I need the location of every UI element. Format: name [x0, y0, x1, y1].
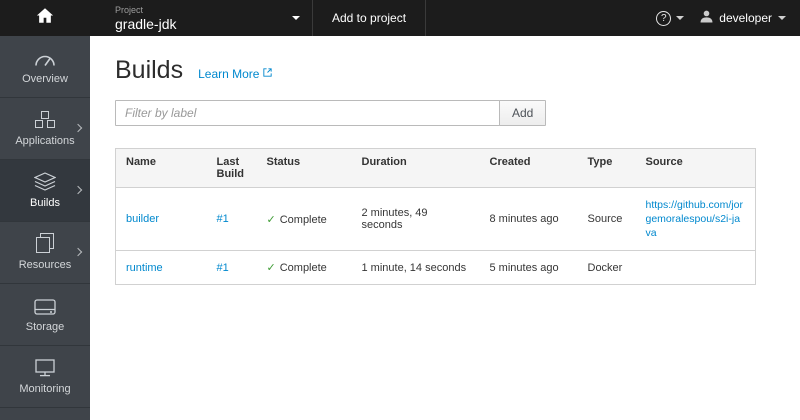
created-text: 8 minutes ago	[489, 213, 559, 225]
main-content: Builds Learn More Add Name Last Build St…	[90, 36, 800, 420]
col-header-created: Created	[479, 148, 578, 188]
question-circle-icon: ?	[656, 10, 672, 26]
sidebar-item-label: Resources	[18, 259, 72, 271]
check-icon: ✓	[266, 261, 276, 274]
builds-table: Name Last Build Status Duration Created …	[115, 148, 756, 285]
col-header-source: Source	[635, 148, 756, 188]
dashboard-icon	[34, 48, 56, 67]
build-config-link[interactable]: runtime	[126, 262, 163, 274]
add-filter-button[interactable]: Add	[499, 100, 547, 126]
col-header-last-build: Last Build	[206, 148, 257, 188]
sidebar-nav: Overview Applications Builds Resources S…	[0, 36, 90, 420]
user-name: developer	[719, 11, 772, 25]
user-icon	[700, 10, 713, 26]
sidebar-item-monitoring[interactable]: Monitoring	[0, 346, 90, 408]
resources-icon	[35, 233, 55, 253]
help-menu[interactable]: ?	[656, 0, 685, 36]
external-link-icon	[262, 67, 273, 81]
title-row: Builds Learn More	[115, 56, 775, 85]
home-button[interactable]	[0, 0, 90, 36]
col-header-type: Type	[577, 148, 636, 188]
storage-icon	[34, 296, 56, 315]
type-text: Docker	[587, 261, 623, 274]
caret-down-icon	[676, 16, 685, 20]
duration-text: 2 minutes, 49 seconds	[361, 207, 428, 231]
caret-down-icon	[778, 16, 786, 20]
sidebar-item-label: Applications	[15, 135, 75, 147]
sidebar-item-applications[interactable]: Applications	[0, 98, 90, 160]
build-number-link[interactable]: #1	[217, 213, 229, 225]
duration-text: 1 minute, 14 seconds	[361, 261, 467, 274]
col-header-name: Name	[115, 148, 207, 188]
learn-more-label: Learn More	[198, 67, 260, 81]
chevron-right-icon	[73, 185, 83, 194]
add-to-project-label: Add to project	[332, 11, 407, 25]
type-text: Source	[587, 213, 623, 225]
filter-by-label-input[interactable]	[115, 100, 500, 126]
table-row: builder #1 ✓ Complete 2 minutes, 49 secon…	[115, 187, 756, 251]
project-name: gradle-jdk	[115, 15, 177, 32]
source-url-link[interactable]: https://github.com/jorgemoralespou/s2i-j…	[646, 198, 746, 240]
chevron-right-icon	[73, 247, 83, 256]
build-config-link[interactable]: builder	[126, 213, 159, 225]
monitoring-icon	[35, 358, 55, 377]
page-title: Builds	[115, 56, 184, 84]
filter-row: Add	[115, 100, 775, 126]
sidebar-item-label: Overview	[22, 73, 68, 85]
project-selector[interactable]: Project gradle-jdk	[90, 0, 312, 36]
learn-more-link[interactable]: Learn More	[198, 67, 273, 81]
table-header-row: Name Last Build Status Duration Created …	[115, 148, 756, 188]
chevron-right-icon	[73, 123, 83, 132]
created-text: 5 minutes ago	[489, 261, 559, 274]
sidebar-item-storage[interactable]: Storage	[0, 284, 90, 346]
build-number-link[interactable]: #1	[217, 262, 229, 274]
cubes-icon	[34, 110, 56, 129]
user-menu[interactable]: developer	[700, 0, 786, 36]
status-text: Complete	[279, 262, 327, 274]
caret-down-icon	[292, 16, 300, 20]
sidebar-item-overview[interactable]: Overview	[0, 36, 90, 98]
col-header-duration: Duration	[351, 148, 480, 188]
add-to-project-button[interactable]: Add to project	[312, 0, 427, 36]
builds-icon	[34, 172, 56, 191]
sidebar-item-builds[interactable]: Builds	[0, 160, 90, 222]
sidebar-item-label: Builds	[30, 197, 60, 209]
home-icon	[36, 7, 54, 29]
top-bar: Project gradle-jdk Add to project ? deve…	[0, 0, 800, 36]
project-label: Project	[115, 4, 144, 15]
sidebar-item-label: Monitoring	[19, 383, 71, 395]
sidebar-item-resources[interactable]: Resources	[0, 222, 90, 284]
sidebar-item-label: Storage	[25, 321, 65, 333]
table-row: runtime #1 ✓ Complete 1 minute, 14 second…	[115, 250, 756, 285]
check-icon: ✓	[266, 212, 276, 226]
status-text: Complete	[279, 213, 327, 226]
col-header-status: Status	[256, 148, 352, 188]
